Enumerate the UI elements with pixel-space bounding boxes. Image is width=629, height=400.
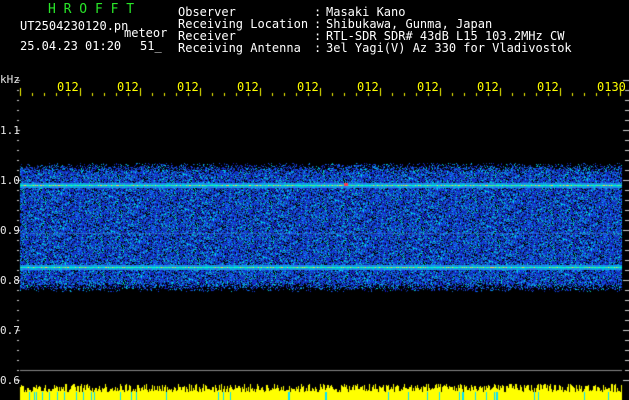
y-axis-unit: kHz bbox=[0, 73, 20, 86]
y-tick-label: 1.0 bbox=[0, 174, 20, 187]
x-tick-label: 0130 bbox=[597, 80, 626, 94]
info-label-antenna: Receiving Antenna bbox=[178, 41, 301, 55]
y-tick-label: 0.7 bbox=[0, 324, 20, 337]
x-tick-label: 012 bbox=[537, 80, 559, 94]
x-tick-label: 012 bbox=[417, 80, 439, 94]
brand-title: H R O F F T bbox=[48, 2, 135, 17]
spectrogram-canvas bbox=[0, 0, 629, 400]
x-tick-label: 012 bbox=[297, 80, 319, 94]
x-tick-label: 012 bbox=[117, 80, 139, 94]
x-tick-label: 012 bbox=[237, 80, 259, 94]
x-tick-label: 012 bbox=[477, 80, 499, 94]
y-tick-label: 0.6 bbox=[0, 374, 20, 387]
x-tick-label: 012 bbox=[357, 80, 379, 94]
y-tick-label: 0.9 bbox=[0, 224, 20, 237]
x-tick-label: 012 bbox=[57, 80, 79, 94]
y-tick-label: 1.1 bbox=[0, 124, 20, 137]
y-tick-label: 0.8 bbox=[0, 274, 20, 287]
x-tick-label: 012 bbox=[177, 80, 199, 94]
event-count: 51_ bbox=[140, 39, 162, 53]
info-sep: : bbox=[314, 41, 322, 55]
file-name: UT2504230120.pn bbox=[20, 19, 129, 33]
date-time: 25.04.23 01:20 bbox=[20, 39, 122, 53]
info-value-antenna: 3el Yagi(V) Az 330 for Vladivostok bbox=[326, 41, 572, 55]
mode-label: meteor bbox=[124, 26, 168, 40]
